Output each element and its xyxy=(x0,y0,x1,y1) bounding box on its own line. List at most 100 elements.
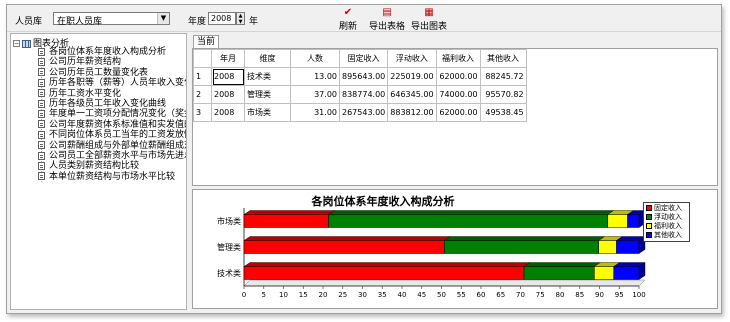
x-tick-label: 35 xyxy=(378,291,387,299)
cell-welfare-income[interactable]: 62000.00 xyxy=(435,67,481,86)
tree-item[interactable]: 公司历年员工数量变化表 xyxy=(38,68,148,78)
row-number: 3 xyxy=(193,103,212,122)
header-cell[interactable]: 浮动收入 xyxy=(387,49,437,68)
staff-select[interactable]: 在职人员库 ▼ xyxy=(53,12,170,27)
legend-label: 浮动收入 xyxy=(654,213,682,221)
cell-other-income[interactable]: 95570.82 xyxy=(479,85,527,104)
header-cell[interactable] xyxy=(193,49,212,68)
tree-item[interactable]: 公司薪酬组成与外部单位薪酬组成对比 xyxy=(38,141,186,151)
document-icon xyxy=(38,151,45,160)
bar-segment xyxy=(523,266,595,280)
cell-headcount[interactable]: 31.00 xyxy=(290,103,340,122)
tree-item-label: 各岗位体系年度收入构成分析 xyxy=(49,47,167,57)
export-table-button[interactable]: ▤ 导出表格 xyxy=(367,7,407,32)
table-row[interactable]: 2 2008 管理类 37.00 838774.00 646345.00 740… xyxy=(193,85,527,104)
cell-floating-income[interactable]: 646345.00 xyxy=(387,85,437,104)
cell-floating-income[interactable]: 225019.00 xyxy=(387,67,437,86)
header-cell[interactable]: 维度 xyxy=(244,49,291,68)
cell-year[interactable]: 2008 xyxy=(211,103,245,122)
cell-floating-income[interactable]: 883812.00 xyxy=(387,103,437,122)
tab-current[interactable]: 当前 xyxy=(193,35,219,48)
year-input[interactable]: 2008 xyxy=(208,12,236,25)
tree-item[interactable]: 历年各级员工年收入变化曲线 xyxy=(38,99,166,109)
toolbar: 人员库 在职人员库 ▼ 年度 2008 ▲ ▼ 年 ✔ 刷新 ▤ 导出表格 ▦ 导… xyxy=(7,5,721,32)
cell-welfare-income[interactable]: 74000.00 xyxy=(435,85,481,104)
document-icon xyxy=(38,141,45,150)
header-cell[interactable]: 年月 xyxy=(211,49,245,68)
cell-fixed-income[interactable]: 267543.00 xyxy=(338,103,389,122)
cell-welfare-income[interactable]: 62000.00 xyxy=(435,103,481,122)
x-tick-label: 0 xyxy=(242,291,246,299)
cell-dimension[interactable]: 管理类 xyxy=(244,85,291,104)
row-number: 1 xyxy=(193,67,212,86)
bar-segment-top xyxy=(443,236,606,241)
x-tick-label: 70 xyxy=(516,291,525,299)
bar-segment xyxy=(598,240,617,254)
collapse-icon[interactable]: − xyxy=(13,40,20,47)
tree-item[interactable]: 公司员工全部薪资水平与市场先进总收 xyxy=(38,151,186,161)
legend-item: 浮动收入 xyxy=(646,213,687,222)
tree-item[interactable]: 公司年度薪资体系标准值和实发值的比 xyxy=(38,120,186,130)
cell-year[interactable]: 2008 xyxy=(211,85,245,104)
cell-headcount[interactable]: 13.00 xyxy=(290,67,340,86)
table-row[interactable]: 3 2008 市场类 31.00 267543.00 883812.00 620… xyxy=(193,103,527,122)
x-tick-label: 85 xyxy=(575,291,584,299)
x-tick-label: 45 xyxy=(417,291,426,299)
header-cell[interactable]: 固定收入 xyxy=(338,49,389,68)
x-tick-label: 50 xyxy=(437,291,446,299)
tree-item-label: 历年工资水平变化 xyxy=(49,88,122,99)
x-tick-label: 25 xyxy=(338,291,347,299)
chevron-down-icon[interactable]: ▼ xyxy=(157,13,169,24)
bar-segment-top xyxy=(327,210,615,215)
chart-floor xyxy=(243,279,646,287)
data-table: 年月 维度 人数 固定收入 浮动收入 福利收入 其他收入 1 2008 技术类 xyxy=(193,49,527,122)
cell-other-income[interactable]: 49538.45 xyxy=(479,103,527,122)
table-row[interactable]: 1 2008 技术类 13.00 895643.00 225019.00 620… xyxy=(193,67,527,86)
document-icon xyxy=(38,161,45,170)
tree-item[interactable]: 本单位薪资结构与市场水平比较 xyxy=(38,172,175,182)
header-cell[interactable]: 人数 xyxy=(290,49,340,68)
x-tick-label: 30 xyxy=(358,291,367,299)
tree-item-label: 年度单一工资项分配情况变化（奖金） xyxy=(49,109,187,120)
chart-folder-icon xyxy=(22,39,31,48)
document-icon xyxy=(38,172,45,181)
cell-headcount[interactable]: 37.00 xyxy=(290,85,340,104)
year-input-value: 2008 xyxy=(211,14,232,23)
legend-swatch xyxy=(646,205,652,211)
header-cell[interactable]: 福利收入 xyxy=(435,49,481,68)
cell-dimension[interactable]: 技术类 xyxy=(244,67,291,86)
x-tick-label: 60 xyxy=(477,291,486,299)
tree-item[interactable]: 人员类别薪资结构比较 xyxy=(38,161,139,171)
cell-fixed-income[interactable]: 895643.00 xyxy=(338,67,389,86)
tree-item[interactable]: 各岗位体系年度收入构成分析 xyxy=(38,47,166,57)
tree-item[interactable]: 公司历年薪资结构 xyxy=(38,57,121,67)
category-label: 管理类 xyxy=(217,242,241,252)
cell-fixed-income[interactable]: 838774.00 xyxy=(338,85,389,104)
bar-segment-top xyxy=(243,210,336,215)
export-chart-button[interactable]: ▦ 导出图表 xyxy=(409,7,449,32)
legend-label: 福利收入 xyxy=(654,222,682,230)
bar-segment xyxy=(243,266,525,280)
cell-other-income[interactable]: 88245.72 xyxy=(479,67,527,86)
bar-segment xyxy=(444,240,599,254)
year-label: 年度 xyxy=(188,17,207,27)
refresh-button[interactable]: ✔ 刷新 xyxy=(335,7,361,32)
tree-item[interactable]: 不同岗位体系员工当年的工资发放情况 xyxy=(38,130,187,141)
tree-item[interactable]: 历年各职等（薪等）人员年收入变化情 xyxy=(38,78,186,88)
cell-dimension[interactable]: 市场类 xyxy=(244,103,291,122)
check-icon: ✔ xyxy=(343,7,353,18)
bar-segment xyxy=(328,214,609,228)
export-chart-icon: ▦ xyxy=(424,7,434,18)
document-icon xyxy=(38,78,45,87)
document-icon xyxy=(38,89,45,98)
chart-panel: 各岗位体系年度收入构成分析 0 5 10 15 20 25 30 35 40 45 50 55 60 65… xyxy=(192,189,718,309)
x-tick-label: 90 xyxy=(595,291,604,299)
header-cell[interactable]: 其他收入 xyxy=(479,49,527,68)
cell-year[interactable]: 2008 xyxy=(211,67,245,86)
year-spinner[interactable]: ▲ ▼ xyxy=(236,12,245,25)
table-header-row: 年月 维度 人数 固定收入 浮动收入 福利收入 其他收入 xyxy=(193,49,527,68)
tree-item[interactable]: 年度单一工资项分配情况变化（奖金） xyxy=(38,109,187,120)
tree-item-label: 不同岗位体系员工当年的工资发放情况 xyxy=(49,130,187,141)
tree-item[interactable]: 历年工资水平变化 xyxy=(38,89,121,99)
legend-item: 固定收入 xyxy=(646,204,687,213)
